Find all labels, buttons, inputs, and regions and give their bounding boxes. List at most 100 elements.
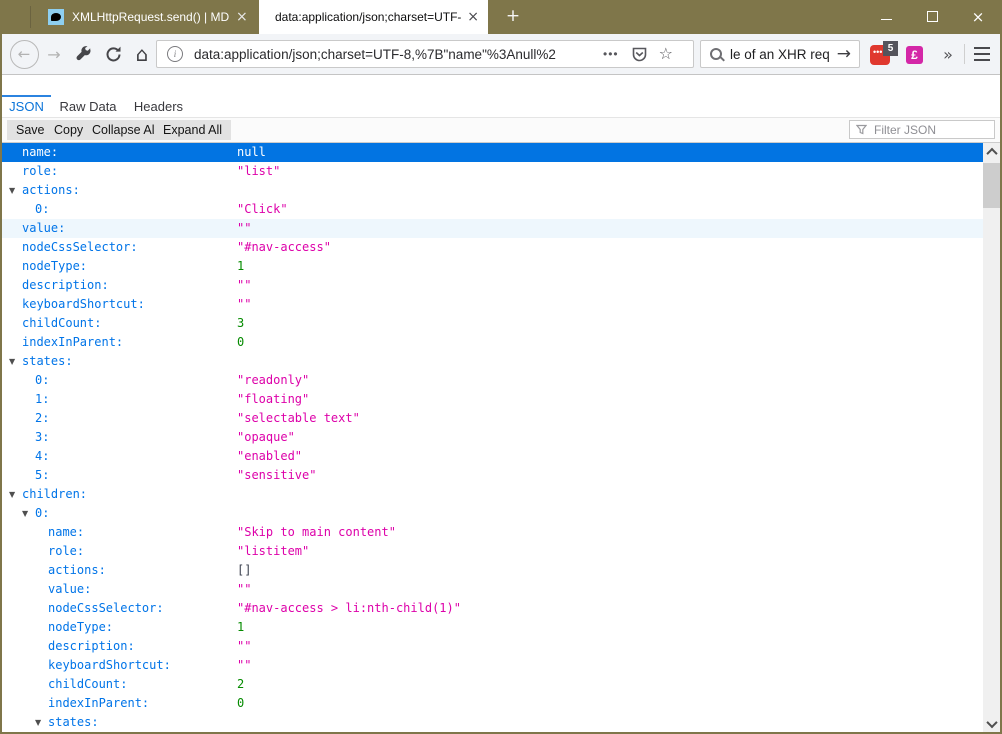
tree-row[interactable]: value: "" [2,580,983,599]
scrollbar-thumb[interactable] [983,163,1000,208]
extension-pink-button[interactable]: £ [906,46,923,64]
tree-key: role: [22,164,59,178]
expander-icon[interactable]: ▼ [9,485,22,504]
navigation-toolbar: ← → ⌂ i data:application/json;charset=UT… [2,34,1000,75]
tree-key: children: [22,487,88,501]
tree-row[interactable]: description: "" [2,637,983,656]
json-tree: name: null role: "list" ▼ actions: 0: "Click" va… [2,143,983,732]
bookmark-star-icon[interactable]: ☆ [659,46,673,62]
tree-row[interactable]: role: "listitem" [2,542,983,561]
tree-row[interactable]: actions: [] [2,561,983,580]
tree-row[interactable]: ▼ states: [2,352,983,371]
tab-raw-data[interactable]: Raw Data [51,95,125,117]
tree-row[interactable]: 2: "selectable text" [2,409,983,428]
reload-icon [106,46,120,61]
tree-row[interactable]: indexInParent: 0 [2,694,983,713]
maximize-button[interactable] [909,0,955,33]
tree-value: "sensitive" [237,468,317,482]
tree-row[interactable]: keyboardShortcut: "" [2,295,983,314]
tree-row[interactable]: 0: "Click" [2,200,983,219]
close-window-button[interactable]: × [955,0,1001,33]
tree-row[interactable]: value: "" [2,219,983,238]
scroll-down-button[interactable] [983,715,1000,732]
url-bar[interactable]: i data:application/json;charset=UTF-8,%7… [156,40,694,68]
minimize-button[interactable] [863,0,909,33]
tree-row[interactable]: childCount: 2 [2,675,983,694]
expander-icon[interactable]: ▼ [9,181,22,200]
tree-row[interactable]: nodeCssSelector: "#nav-access" [2,238,983,257]
pocket-icon[interactable] [631,46,648,63]
tree-key: nodeCssSelector: [48,601,164,615]
info-icon[interactable]: i [167,46,183,62]
tab-close-icon[interactable]: × [467,10,479,24]
tree-row[interactable]: 1: "floating" [2,390,983,409]
tree-row[interactable]: ▼ states: [2,713,983,732]
tree-row[interactable]: indexInParent: 0 [2,333,983,352]
tree-key: value: [22,221,66,235]
expand-all-button[interactable]: Expand All [154,120,232,140]
tree-key: nodeType: [48,620,114,634]
forward-button[interactable]: → [42,34,66,74]
menu-button[interactable] [974,47,990,61]
wrench-icon [76,46,91,61]
tree-row[interactable]: role: "list" [2,162,983,181]
tree-row[interactable]: name: "Skip to main content" [2,523,983,542]
tree-row[interactable]: ▼ children: [2,485,983,504]
tree-row[interactable]: name: null [2,143,983,162]
tree-value: "" [237,278,252,292]
new-tab-button[interactable]: + [500,0,526,34]
search-icon [710,48,722,60]
browser-tab-mdn[interactable]: XMLHttpRequest.send() | MDN × [31,0,258,34]
tree-key: states: [22,354,73,368]
tab-headers[interactable]: Headers [125,95,192,117]
tree-key: 4: [35,449,50,463]
search-bar[interactable]: le of an XHR req → [700,40,860,68]
vertical-scrollbar[interactable] [983,143,1000,732]
back-button[interactable]: ← [9,34,39,74]
expander-icon[interactable]: ▼ [22,504,35,523]
tree-value: "#nav-access" [237,240,331,254]
tree-row[interactable]: 0: "readonly" [2,371,983,390]
tab-close-icon[interactable]: × [236,10,248,24]
tree-row[interactable]: nodeType: 1 [2,618,983,637]
page-actions-icon[interactable]: ••• [603,47,619,61]
tab-title: data:application/json;charset=UTF- [275,10,462,24]
tree-row[interactable]: 4: "enabled" [2,447,983,466]
search-input[interactable]: le of an XHR req [730,47,837,62]
wrench-button[interactable] [72,34,96,74]
tree-key: keyboardShortcut: [48,658,171,672]
reload-button[interactable] [101,34,125,74]
tree-key: 0: [35,202,50,216]
tree-row[interactable]: description: "" [2,276,983,295]
tab-title: XMLHttpRequest.send() | MDN [72,10,230,24]
filter-json-field[interactable] [849,120,995,139]
tree-value: "" [237,297,252,311]
expander-icon[interactable]: ▼ [35,713,48,732]
tree-value: [] [237,563,252,577]
url-text[interactable]: data:application/json;charset=UTF-8,%7B"… [194,46,599,62]
expander-icon[interactable]: ▼ [9,352,22,371]
tree-row[interactable]: 5: "sensitive" [2,466,983,485]
extension-red-dots-icon: ••• [873,47,883,57]
tree-row[interactable]: childCount: 3 [2,314,983,333]
scroll-up-button[interactable] [983,143,1000,160]
back-icon: ← [17,45,31,63]
tree-row[interactable]: nodeCssSelector: "#nav-access > li:nth-ch… [2,599,983,618]
tab-json[interactable]: JSON [2,95,51,117]
overflow-chevron-button[interactable]: » [936,34,960,74]
tree-row[interactable]: nodeType: 1 [2,257,983,276]
tree-row[interactable]: ▼ 0: [2,504,983,523]
tree-key: description: [48,639,135,653]
json-viewer-toolbar: Save Copy Collapse All Expand All [2,118,1000,143]
filter-json-input[interactable] [872,121,986,138]
tree-row[interactable]: ▼ actions: [2,181,983,200]
tree-key: childCount: [48,677,128,691]
home-button[interactable]: ⌂ [129,34,155,74]
tree-value: "Click" [237,202,288,216]
tree-row[interactable]: keyboardShortcut: "" [2,656,983,675]
tree-value: "#nav-access > li:nth-child(1)" [237,601,461,615]
tree-row[interactable]: 3: "opaque" [2,428,983,447]
browser-tab-json[interactable]: data:application/json;charset=UTF- × [259,0,488,34]
search-go-icon[interactable]: → [837,44,851,64]
tree-key: actions: [22,183,80,197]
